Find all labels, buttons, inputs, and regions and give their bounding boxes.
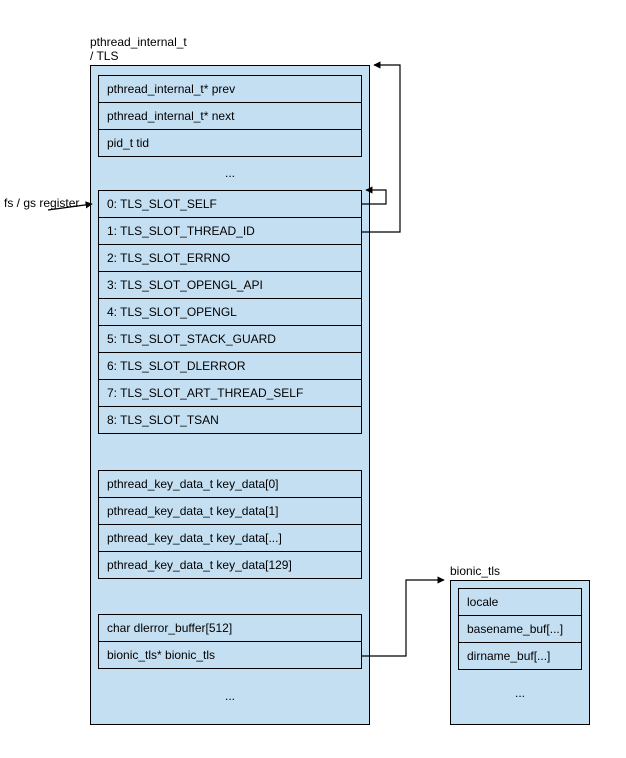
tls-slot-stack-guard: 5: TLS_SLOT_STACK_GUARD (98, 326, 362, 353)
tls-slot-thread-id: 1: TLS_SLOT_THREAD_ID (98, 218, 362, 245)
field-prev: pthread_internal_t* prev (98, 75, 362, 103)
field-tid: pid_t tid (98, 130, 362, 157)
field-next: pthread_internal_t* next (98, 103, 362, 130)
key-data-etc: pthread_key_data_t key_data[...] (98, 525, 362, 552)
tls-slot-opengl-api: 3: TLS_SLOT_OPENGL_API (98, 272, 362, 299)
group-bionic-tls-fields: locale basename_buf[...] dirname_buf[...… (458, 588, 582, 670)
tls-slot-art-thread-self: 7: TLS_SLOT_ART_THREAD_SELF (98, 380, 362, 407)
arrow-bionic-tls-ptr (362, 580, 444, 656)
field-locale: locale (458, 588, 582, 616)
group-struct-header: pthread_internal_t* prev pthread_interna… (98, 75, 362, 157)
field-bionic-tls-ptr: bionic_tls* bionic_tls (98, 642, 362, 669)
ellipsis-main-end: ... (98, 685, 362, 707)
tls-slot-dlerror: 6: TLS_SLOT_DLERROR (98, 353, 362, 380)
ellipsis-bionic-tls: ... (458, 682, 582, 704)
group-tail: char dlerror_buffer[512] bionic_tls* bio… (98, 614, 362, 669)
bionic-tls-label: bionic_tls (450, 564, 500, 578)
field-dirname-buf: dirname_buf[...] (458, 643, 582, 670)
group-tls-slots: 0: TLS_SLOT_SELF 1: TLS_SLOT_THREAD_ID 2… (98, 190, 362, 434)
group-key-data: pthread_key_data_t key_data[0] pthread_k… (98, 470, 362, 579)
key-data-0: pthread_key_data_t key_data[0] (98, 470, 362, 498)
tls-slot-opengl: 4: TLS_SLOT_OPENGL (98, 299, 362, 326)
fs-gs-register-label: fs / gs register (4, 196, 79, 210)
ellipsis-1: ... (98, 162, 362, 184)
tls-slot-errno: 2: TLS_SLOT_ERRNO (98, 245, 362, 272)
pthread-internal-label-top: pthread_internal_t (90, 35, 187, 49)
field-dlerror-buffer: char dlerror_buffer[512] (98, 614, 362, 642)
tls-slot-self: 0: TLS_SLOT_SELF (98, 190, 362, 218)
tls-slot-tsan: 8: TLS_SLOT_TSAN (98, 407, 362, 434)
key-data-129: pthread_key_data_t key_data[129] (98, 552, 362, 579)
field-basename-buf: basename_buf[...] (458, 616, 582, 643)
key-data-1: pthread_key_data_t key_data[1] (98, 498, 362, 525)
pthread-internal-label-bottom: / TLS (90, 49, 118, 63)
